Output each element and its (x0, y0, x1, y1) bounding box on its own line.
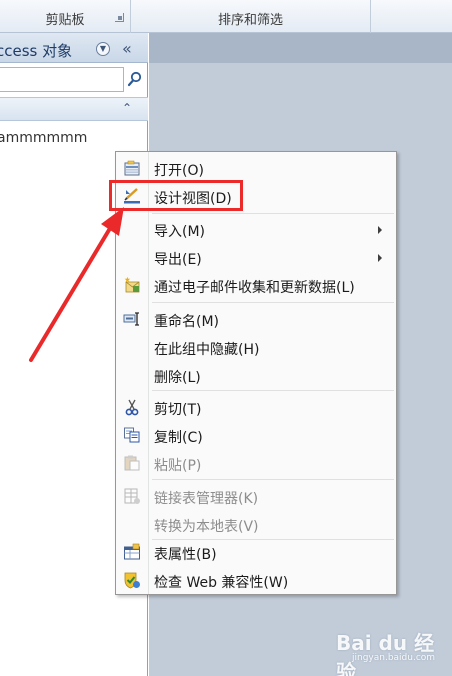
menu-item-collect-email[interactable]: 通过电子邮件收集和更新数据(L) (118, 273, 394, 297)
nav-search-input[interactable] (0, 67, 124, 92)
chevron-up-icon[interactable]: ⌃ (122, 101, 132, 115)
nav-item-table[interactable]: ammmmmm (0, 130, 87, 146)
annotation-highlight-box (109, 180, 243, 211)
menu-item-copy-label: 复制(C) (154, 430, 203, 446)
ribbon-group-sort-filter: 排序和筛选 (131, 0, 371, 33)
menu-item-check-web-compatibility[interactable]: 检查 Web 兼容性(W) (118, 568, 394, 592)
menu-item-convert-to-local-label: 转换为本地表(V) (154, 519, 259, 535)
submenu-arrow-icon (378, 226, 382, 234)
paste-icon (124, 455, 140, 471)
menu-item-cut-label: 剪切(T) (154, 402, 202, 418)
watermark-logo-text: Bai du 经验 (336, 631, 435, 676)
linked-table-manager-icon (124, 488, 140, 504)
menu-item-hide-in-group[interactable]: 在此组中隐藏(H) (118, 335, 394, 359)
ribbon-group-sort-filter-label: 排序和筛选 (217, 13, 283, 28)
menu-item-delete[interactable]: 删除(L) (118, 363, 394, 387)
menu-item-table-properties[interactable]: 表属性(B) (118, 540, 394, 564)
menu-item-check-web-compatibility-label: 检查 Web 兼容性(W) (154, 575, 289, 591)
search-icon[interactable] (126, 69, 144, 89)
menu-item-convert-to-local[interactable]: 转换为本地表(V) (118, 512, 394, 536)
nav-pane-header: ccess 对象 ▼ « (0, 33, 148, 63)
menu-item-paste[interactable]: 粘贴(P) (118, 451, 394, 475)
menu-separator (152, 390, 394, 391)
menu-separator (152, 302, 394, 303)
clipboard-dialog-launcher-icon[interactable] (115, 13, 124, 22)
document-tab-strip (149, 33, 452, 63)
nav-pane-collapse-icon[interactable]: « (122, 39, 132, 58)
menu-item-linked-table-manager-label: 链接表管理器(K) (154, 491, 259, 507)
menu-separator (152, 479, 394, 480)
nav-section-header-tables[interactable]: ⌃ (0, 97, 148, 121)
copy-icon (124, 427, 140, 443)
menu-item-cut[interactable]: 剪切(T) (118, 395, 394, 419)
menu-item-rename-label: 重命名(M) (154, 314, 220, 330)
menu-item-collect-email-label: 通过电子邮件收集和更新数据(L) (154, 280, 355, 296)
nav-pane-menu-dropdown-icon[interactable]: ▼ (96, 42, 110, 56)
watermark-url: jingyan.baidu.com (352, 653, 436, 663)
menu-item-delete-label: 删除(L) (154, 370, 201, 386)
menu-item-paste-label: 粘贴(P) (154, 458, 202, 474)
ribbon-group-bar: 剪贴板 排序和筛选 (0, 0, 452, 33)
submenu-arrow-icon (378, 254, 382, 262)
ribbon-group-clipboard: 剪贴板 (0, 0, 131, 33)
menu-item-copy[interactable]: 复制(C) (118, 423, 394, 447)
open-icon (124, 160, 140, 176)
rename-icon (123, 312, 139, 326)
menu-item-open-label: 打开(O) (154, 163, 204, 179)
email-collect-icon (124, 276, 140, 293)
context-menu: 打开(O) 设计视图(D) 导入(M) 导出(E) 通过电子邮件收集和更新数据(… (115, 151, 397, 595)
menu-item-export[interactable]: 导出(E) (118, 245, 394, 269)
menu-item-linked-table-manager[interactable]: 链接表管理器(K) (118, 484, 394, 508)
menu-item-export-label: 导出(E) (154, 252, 202, 268)
table-properties-icon (124, 543, 140, 560)
cut-icon (125, 399, 139, 416)
ribbon-group-clipboard-label: 剪贴板 (45, 13, 85, 28)
menu-item-rename[interactable]: 重命名(M) (118, 307, 394, 331)
web-compatibility-icon (124, 572, 140, 589)
nav-pane-title[interactable]: ccess 对象 (0, 40, 72, 61)
menu-item-table-properties-label: 表属性(B) (154, 547, 217, 563)
menu-item-hide-in-group-label: 在此组中隐藏(H) (154, 342, 260, 358)
menu-item-open[interactable]: 打开(O) (118, 156, 394, 180)
menu-item-import-label: 导入(M) (154, 224, 206, 240)
menu-separator (152, 213, 394, 214)
baidu-jingyan-watermark: Bai du 经验 jingyan.baidu.com (330, 625, 450, 676)
menu-item-import[interactable]: 导入(M) (118, 217, 394, 241)
